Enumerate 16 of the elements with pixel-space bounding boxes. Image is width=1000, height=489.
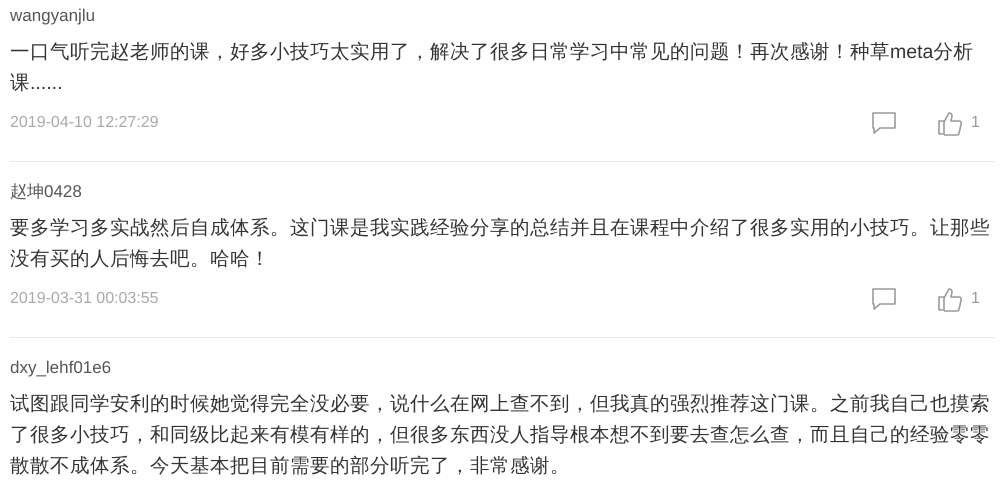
comment-icon [871,287,897,311]
reply-button[interactable] [871,111,897,135]
reply-button[interactable] [871,287,897,311]
like-button[interactable]: 1 [937,110,987,136]
comment-icon [871,111,897,135]
username: wangyanjlu [10,5,96,27]
timestamp: 2019-03-31 00:03:55 [10,289,160,309]
thumbs-up-icon [937,110,963,136]
thumbs-up-icon [937,286,963,312]
comment-text: 要多学习多实战然后自成体系。这门课是我实践经验分享的总结并且在课程中介绍了很多实用的小技巧。让那些没有买的人后悔去吧。哈哈！ [10,216,991,272]
timestamp: 2019-04-10 12:27:29 [10,113,160,133]
username: 赵坤0428 [10,181,83,203]
comment-text: 试图跟同学安利的时候她觉得完全没必要，说什么在网上查不到，但我真的强烈推荐这门课。之前我自己也摸索了很多小技巧，和同级比起来有模有样的，但很多东西没人指导根本想不到要去查怎么查，而且自己的经验零零散散不成体系。今天基本把目前需要的部分听完了，非常感谢。 [10,392,991,479]
comment-text: 一口气听完赵老师的课，好多小技巧太实用了，解决了很多日常学习中常见的问题！再次感谢！种草meta分析课...... [10,40,974,96]
username: dxy_lehf01e6 [10,357,112,379]
like-button[interactable]: 1 [937,286,987,312]
